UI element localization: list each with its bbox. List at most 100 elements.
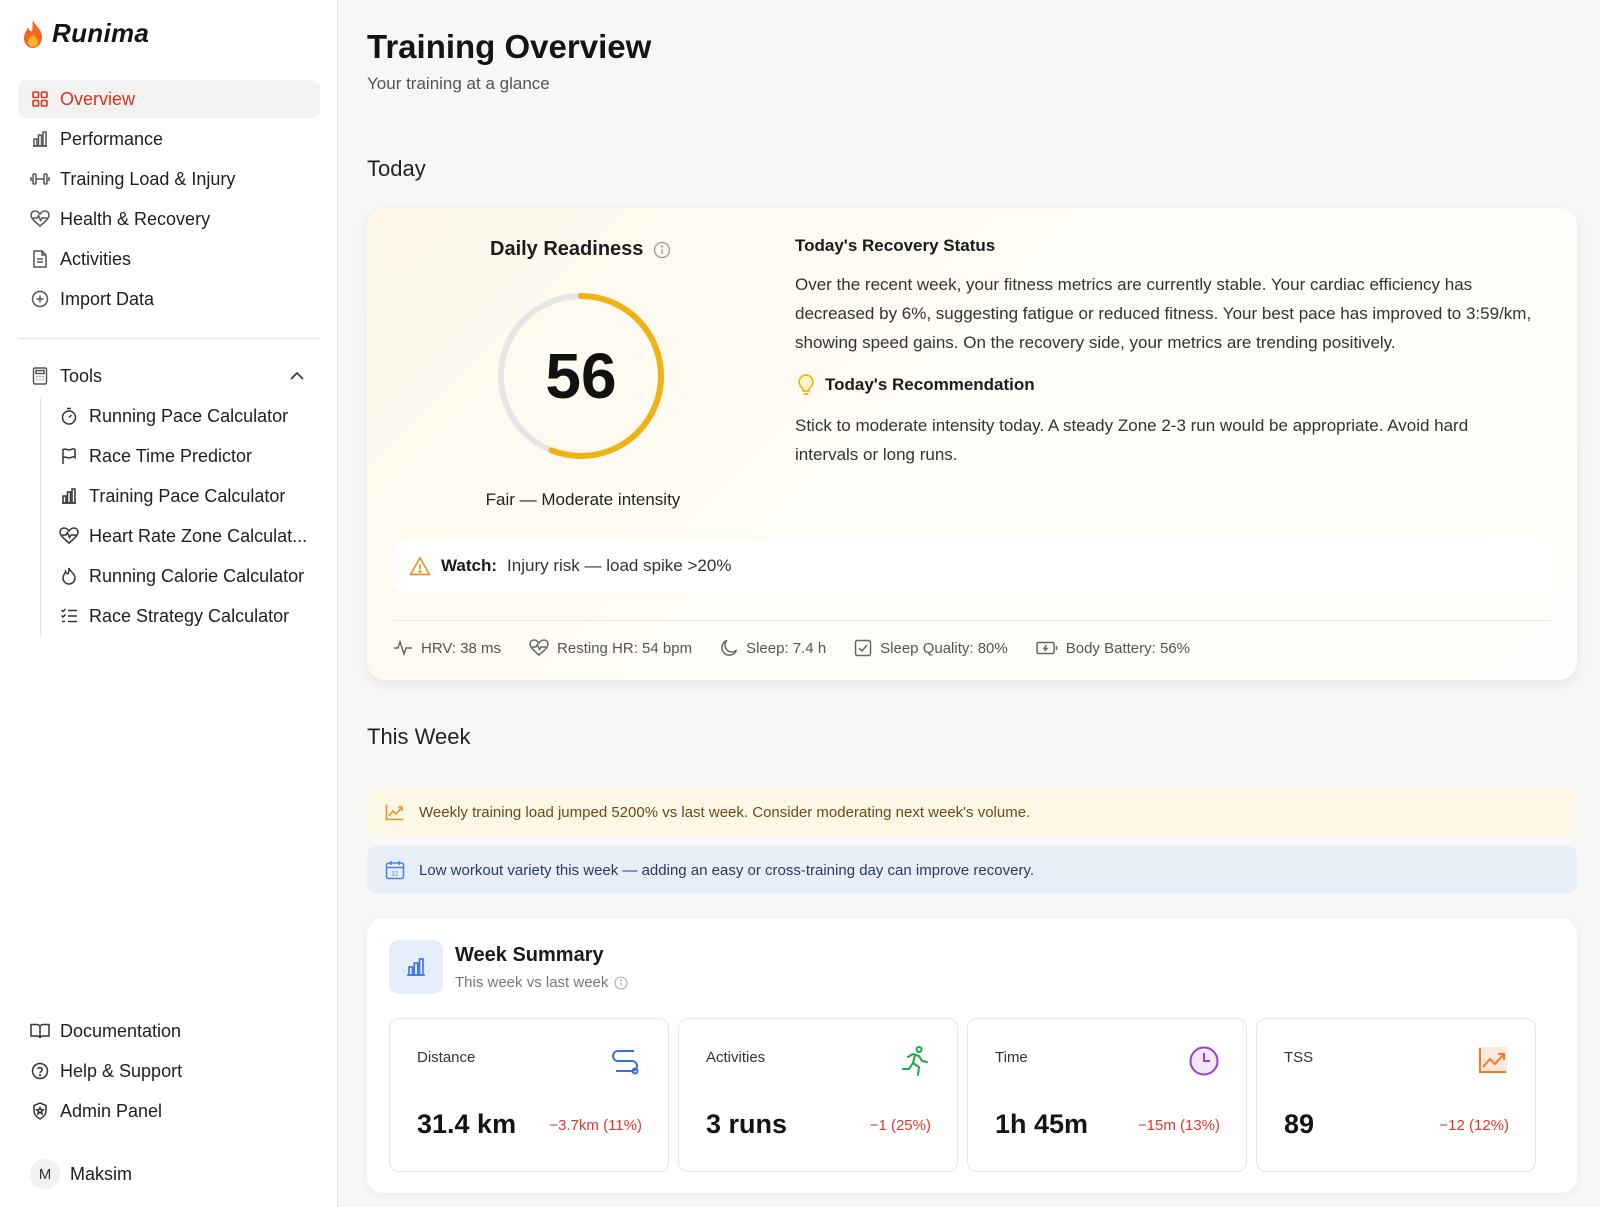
grid-icon bbox=[30, 89, 50, 109]
tool-label: Race Time Predictor bbox=[89, 445, 253, 466]
runner-icon bbox=[899, 1045, 931, 1077]
sidebar-divider bbox=[18, 338, 320, 339]
week-summary-subtitle: This week vs last week bbox=[455, 974, 609, 991]
nav-label: Documentation bbox=[60, 1020, 182, 1041]
watch-text: Injury risk — load spike >20% bbox=[507, 556, 732, 575]
alert-text: Low workout variety this week — adding a… bbox=[419, 861, 1034, 879]
brand[interactable]: Runima bbox=[20, 18, 149, 49]
calendar-icon: 12 bbox=[385, 860, 405, 880]
stat-distance: Distance 31.4 km −3.7km (11%) bbox=[389, 1018, 669, 1172]
tools-label: Tools bbox=[60, 365, 103, 386]
info-icon[interactable] bbox=[614, 975, 628, 990]
stat-tss: TSS 89 −12 (12%) bbox=[1256, 1018, 1536, 1172]
stat-label: TSS bbox=[1284, 1049, 1314, 1066]
shield-icon bbox=[30, 1101, 50, 1121]
stat-label: Activities bbox=[706, 1049, 766, 1066]
metric-sleep: Sleep: 7.4 h bbox=[720, 639, 826, 657]
stat-delta: −12 (12%) bbox=[1439, 1117, 1509, 1134]
tool-heart-rate-zone-calculator[interactable]: Heart Rate Zone Calculat... bbox=[41, 517, 320, 555]
stat-time: Time 1h 45m −15m (13%) bbox=[967, 1018, 1247, 1172]
tool-running-pace-calculator[interactable]: Running Pace Calculator bbox=[41, 397, 320, 435]
tool-label: Heart Rate Zone Calculat... bbox=[89, 525, 308, 546]
nav-label: Overview bbox=[60, 88, 136, 109]
metric-text: Resting HR: 54 bpm bbox=[557, 639, 693, 657]
tool-label: Running Calorie Calculator bbox=[89, 565, 305, 586]
stat-label: Time bbox=[995, 1049, 1028, 1066]
svg-text:12: 12 bbox=[391, 871, 399, 878]
week-summary-subtitle-row: This week vs last week bbox=[455, 974, 628, 991]
metric-hrv: HRV: 38 ms bbox=[393, 639, 501, 657]
health-metrics: HRV: 38 ms Resting HR: 54 bpm Sleep: 7.4… bbox=[393, 620, 1551, 657]
tool-race-time-predictor[interactable]: Race Time Predictor bbox=[41, 437, 320, 475]
activity-icon bbox=[393, 639, 413, 657]
readiness-title: Daily Readiness bbox=[490, 238, 671, 261]
book-icon bbox=[30, 1021, 50, 1041]
metric-sleep-quality: Sleep Quality: 80% bbox=[854, 639, 1008, 657]
info-icon[interactable] bbox=[653, 241, 671, 259]
tool-running-calorie-calculator[interactable]: Running Calorie Calculator bbox=[41, 557, 320, 595]
watch-alert: Watch: Injury risk — load spike >20% bbox=[393, 540, 1551, 592]
warning-triangle-icon bbox=[409, 556, 431, 576]
nav-item-help-support[interactable]: Help & Support bbox=[18, 1052, 320, 1090]
section-title-today: Today bbox=[367, 156, 426, 181]
nav-item-documentation[interactable]: Documentation bbox=[18, 1012, 320, 1050]
nav-label: Import Data bbox=[60, 288, 155, 309]
recovery-body: Over the recent week, your fitness metri… bbox=[795, 275, 1532, 352]
stat-delta: −1 (25%) bbox=[869, 1117, 931, 1134]
nav-label: Training Load & Injury bbox=[60, 168, 236, 189]
metric-resting-hr: Resting HR: 54 bpm bbox=[529, 639, 692, 657]
page-subtitle: Your training at a glance bbox=[367, 74, 550, 93]
page-title: Training Overview bbox=[367, 28, 652, 65]
nav-item-training-load[interactable]: Training Load & Injury bbox=[18, 160, 320, 198]
nav-item-overview[interactable]: Overview bbox=[18, 80, 320, 118]
chart-up-icon bbox=[1477, 1045, 1509, 1075]
heart-pulse-icon bbox=[30, 209, 50, 229]
recommendation-title-row: Today's Recommendation bbox=[795, 373, 1535, 397]
nav-item-health-recovery[interactable]: Health & Recovery bbox=[18, 200, 320, 238]
chevron-up-icon[interactable] bbox=[288, 367, 306, 385]
user-menu[interactable]: M Maksim bbox=[30, 1159, 132, 1189]
tools-toggle[interactable]: Tools bbox=[18, 357, 320, 395]
metric-text: HRV: 38 ms bbox=[421, 639, 502, 657]
nav-label: Admin Panel bbox=[60, 1100, 163, 1121]
bar-chart-icon bbox=[59, 486, 79, 506]
tool-training-pace-calculator[interactable]: Training Pace Calculator bbox=[41, 477, 320, 515]
readiness-score: 56 bbox=[545, 340, 617, 412]
nav-item-import-data[interactable]: Import Data bbox=[18, 280, 320, 318]
bar-chart-icon bbox=[30, 129, 50, 149]
document-icon bbox=[30, 249, 50, 269]
alert-low-variety: 12 Low workout variety this week — addin… bbox=[367, 846, 1577, 894]
heart-pulse-icon bbox=[529, 639, 549, 657]
section-title-this-week: This Week bbox=[367, 724, 471, 749]
nav-item-performance[interactable]: Performance bbox=[18, 120, 320, 158]
stat-value: 1h 45m bbox=[995, 1109, 1089, 1139]
sidebar: Runima Overview Performance Training Loa… bbox=[0, 0, 338, 1207]
nav-label: Help & Support bbox=[60, 1060, 183, 1081]
calculator-icon bbox=[30, 366, 50, 386]
avatar: M bbox=[30, 1159, 60, 1189]
nav-label: Performance bbox=[60, 128, 164, 149]
nav-item-activities[interactable]: Activities bbox=[18, 240, 320, 278]
flame-logo-icon bbox=[20, 19, 46, 49]
clock-icon bbox=[1188, 1045, 1220, 1077]
tool-label: Running Pace Calculator bbox=[89, 405, 289, 426]
metric-text: Sleep: 7.4 h bbox=[746, 639, 827, 657]
week-summary-title: Week Summary bbox=[455, 944, 604, 966]
list-checks-icon bbox=[59, 606, 79, 626]
tools-list: Running Pace Calculator Race Time Predic… bbox=[40, 397, 320, 637]
recommendation-title: Today's Recommendation bbox=[825, 375, 1035, 394]
stat-activities: Activities 3 runs −1 (25%) bbox=[678, 1018, 958, 1172]
heart-pulse-icon bbox=[59, 526, 79, 546]
watch-label: Watch: bbox=[441, 556, 498, 575]
route-icon bbox=[608, 1045, 642, 1075]
tool-race-strategy-calculator[interactable]: Race Strategy Calculator bbox=[41, 597, 320, 635]
bar-chart-icon bbox=[389, 940, 443, 994]
week-summary-card: Week Summary This week vs last week Dist… bbox=[367, 918, 1577, 1193]
nav-item-admin-panel[interactable]: Admin Panel bbox=[18, 1092, 320, 1130]
readiness-title-text: Daily Readiness bbox=[490, 238, 644, 260]
tool-label: Training Pace Calculator bbox=[89, 485, 286, 506]
today-card: Daily Readiness 56 Fair — Moderate inten… bbox=[367, 208, 1577, 680]
recovery-status: Today's Recovery Status Over the recent … bbox=[795, 236, 1535, 469]
moon-icon bbox=[720, 639, 738, 657]
stat-delta: −15m (13%) bbox=[1137, 1117, 1220, 1134]
